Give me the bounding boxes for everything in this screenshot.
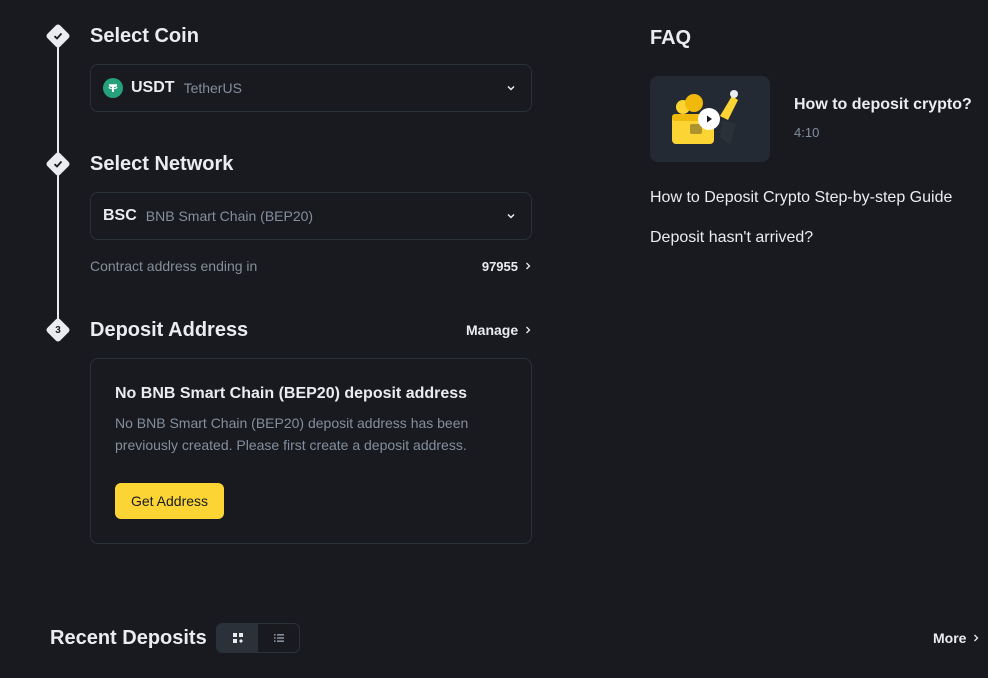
tether-icon	[103, 78, 123, 98]
more-label: More	[933, 630, 967, 646]
deposit-address-card: No BNB Smart Chain (BEP20) deposit addre…	[90, 358, 532, 544]
video-title: How to deposit crypto?	[794, 96, 972, 113]
stepper-line	[57, 40, 59, 330]
checkmark-icon	[49, 155, 67, 173]
video-meta: How to deposit crypto? 4:10	[794, 76, 972, 162]
coin-symbol: USDT	[131, 79, 175, 96]
faq-video-item[interactable]: How to deposit crypto? 4:10	[650, 76, 980, 162]
network-name: BNB Smart Chain (BEP20)	[145, 208, 314, 224]
video-duration: 4:10	[794, 125, 820, 140]
coin-name: TetherUS	[183, 80, 242, 96]
deposit-page: 3 Select Coin USDT TetherUS Select Netwo…	[0, 0, 988, 678]
contract-address-link[interactable]: 97955	[482, 259, 532, 274]
checkmark-icon	[49, 27, 67, 45]
no-address-description: No BNB Smart Chain (BEP20) deposit addre…	[115, 415, 469, 453]
contract-address-value: 97955	[481, 258, 518, 274]
select-network-title: Select Network	[90, 153, 234, 175]
list-view-button[interactable]	[258, 624, 299, 652]
video-thumbnail	[650, 76, 770, 162]
grid-view-button[interactable]	[217, 624, 258, 652]
step-2-complete-marker	[45, 151, 71, 177]
list-icon	[273, 634, 284, 642]
chevron-right-icon	[526, 326, 531, 334]
step-1-complete-marker	[45, 23, 71, 49]
get-address-button[interactable]: Get Address	[115, 483, 225, 519]
step-3-marker: 3	[45, 317, 71, 343]
chevron-right-icon	[526, 262, 531, 270]
network-select[interactable]: BSC BNB Smart Chain (BEP20)	[90, 192, 532, 240]
recent-deposits-title: Recent Deposits	[50, 627, 207, 649]
contract-address-label: Contract address ending in	[90, 258, 258, 274]
chevron-down-icon	[507, 85, 515, 91]
manage-link[interactable]: Manage	[466, 322, 532, 338]
step-number: 3	[55, 324, 61, 336]
play-icon	[698, 108, 720, 130]
chevron-down-icon	[507, 213, 515, 219]
view-toggle	[216, 623, 300, 653]
more-link[interactable]: More	[933, 630, 980, 646]
network-code: BSC	[103, 207, 137, 224]
no-address-title: No BNB Smart Chain (BEP20) deposit addre…	[115, 385, 468, 402]
manage-label: Manage	[466, 322, 519, 338]
faq-link-step-guide[interactable]: How to Deposit Crypto Step-by-step Guide	[650, 189, 952, 207]
grid-icon	[232, 633, 243, 643]
chevron-right-icon	[974, 634, 979, 642]
coin-select[interactable]: USDT TetherUS	[90, 64, 532, 112]
select-coin-title: Select Coin	[90, 25, 199, 47]
deposit-address-title: Deposit Address	[90, 319, 249, 341]
faq-link-not-arrived[interactable]: Deposit hasn't arrived?	[650, 229, 813, 247]
contract-address-row: Contract address ending in 97955	[90, 258, 532, 274]
faq-title: FAQ	[650, 27, 692, 49]
